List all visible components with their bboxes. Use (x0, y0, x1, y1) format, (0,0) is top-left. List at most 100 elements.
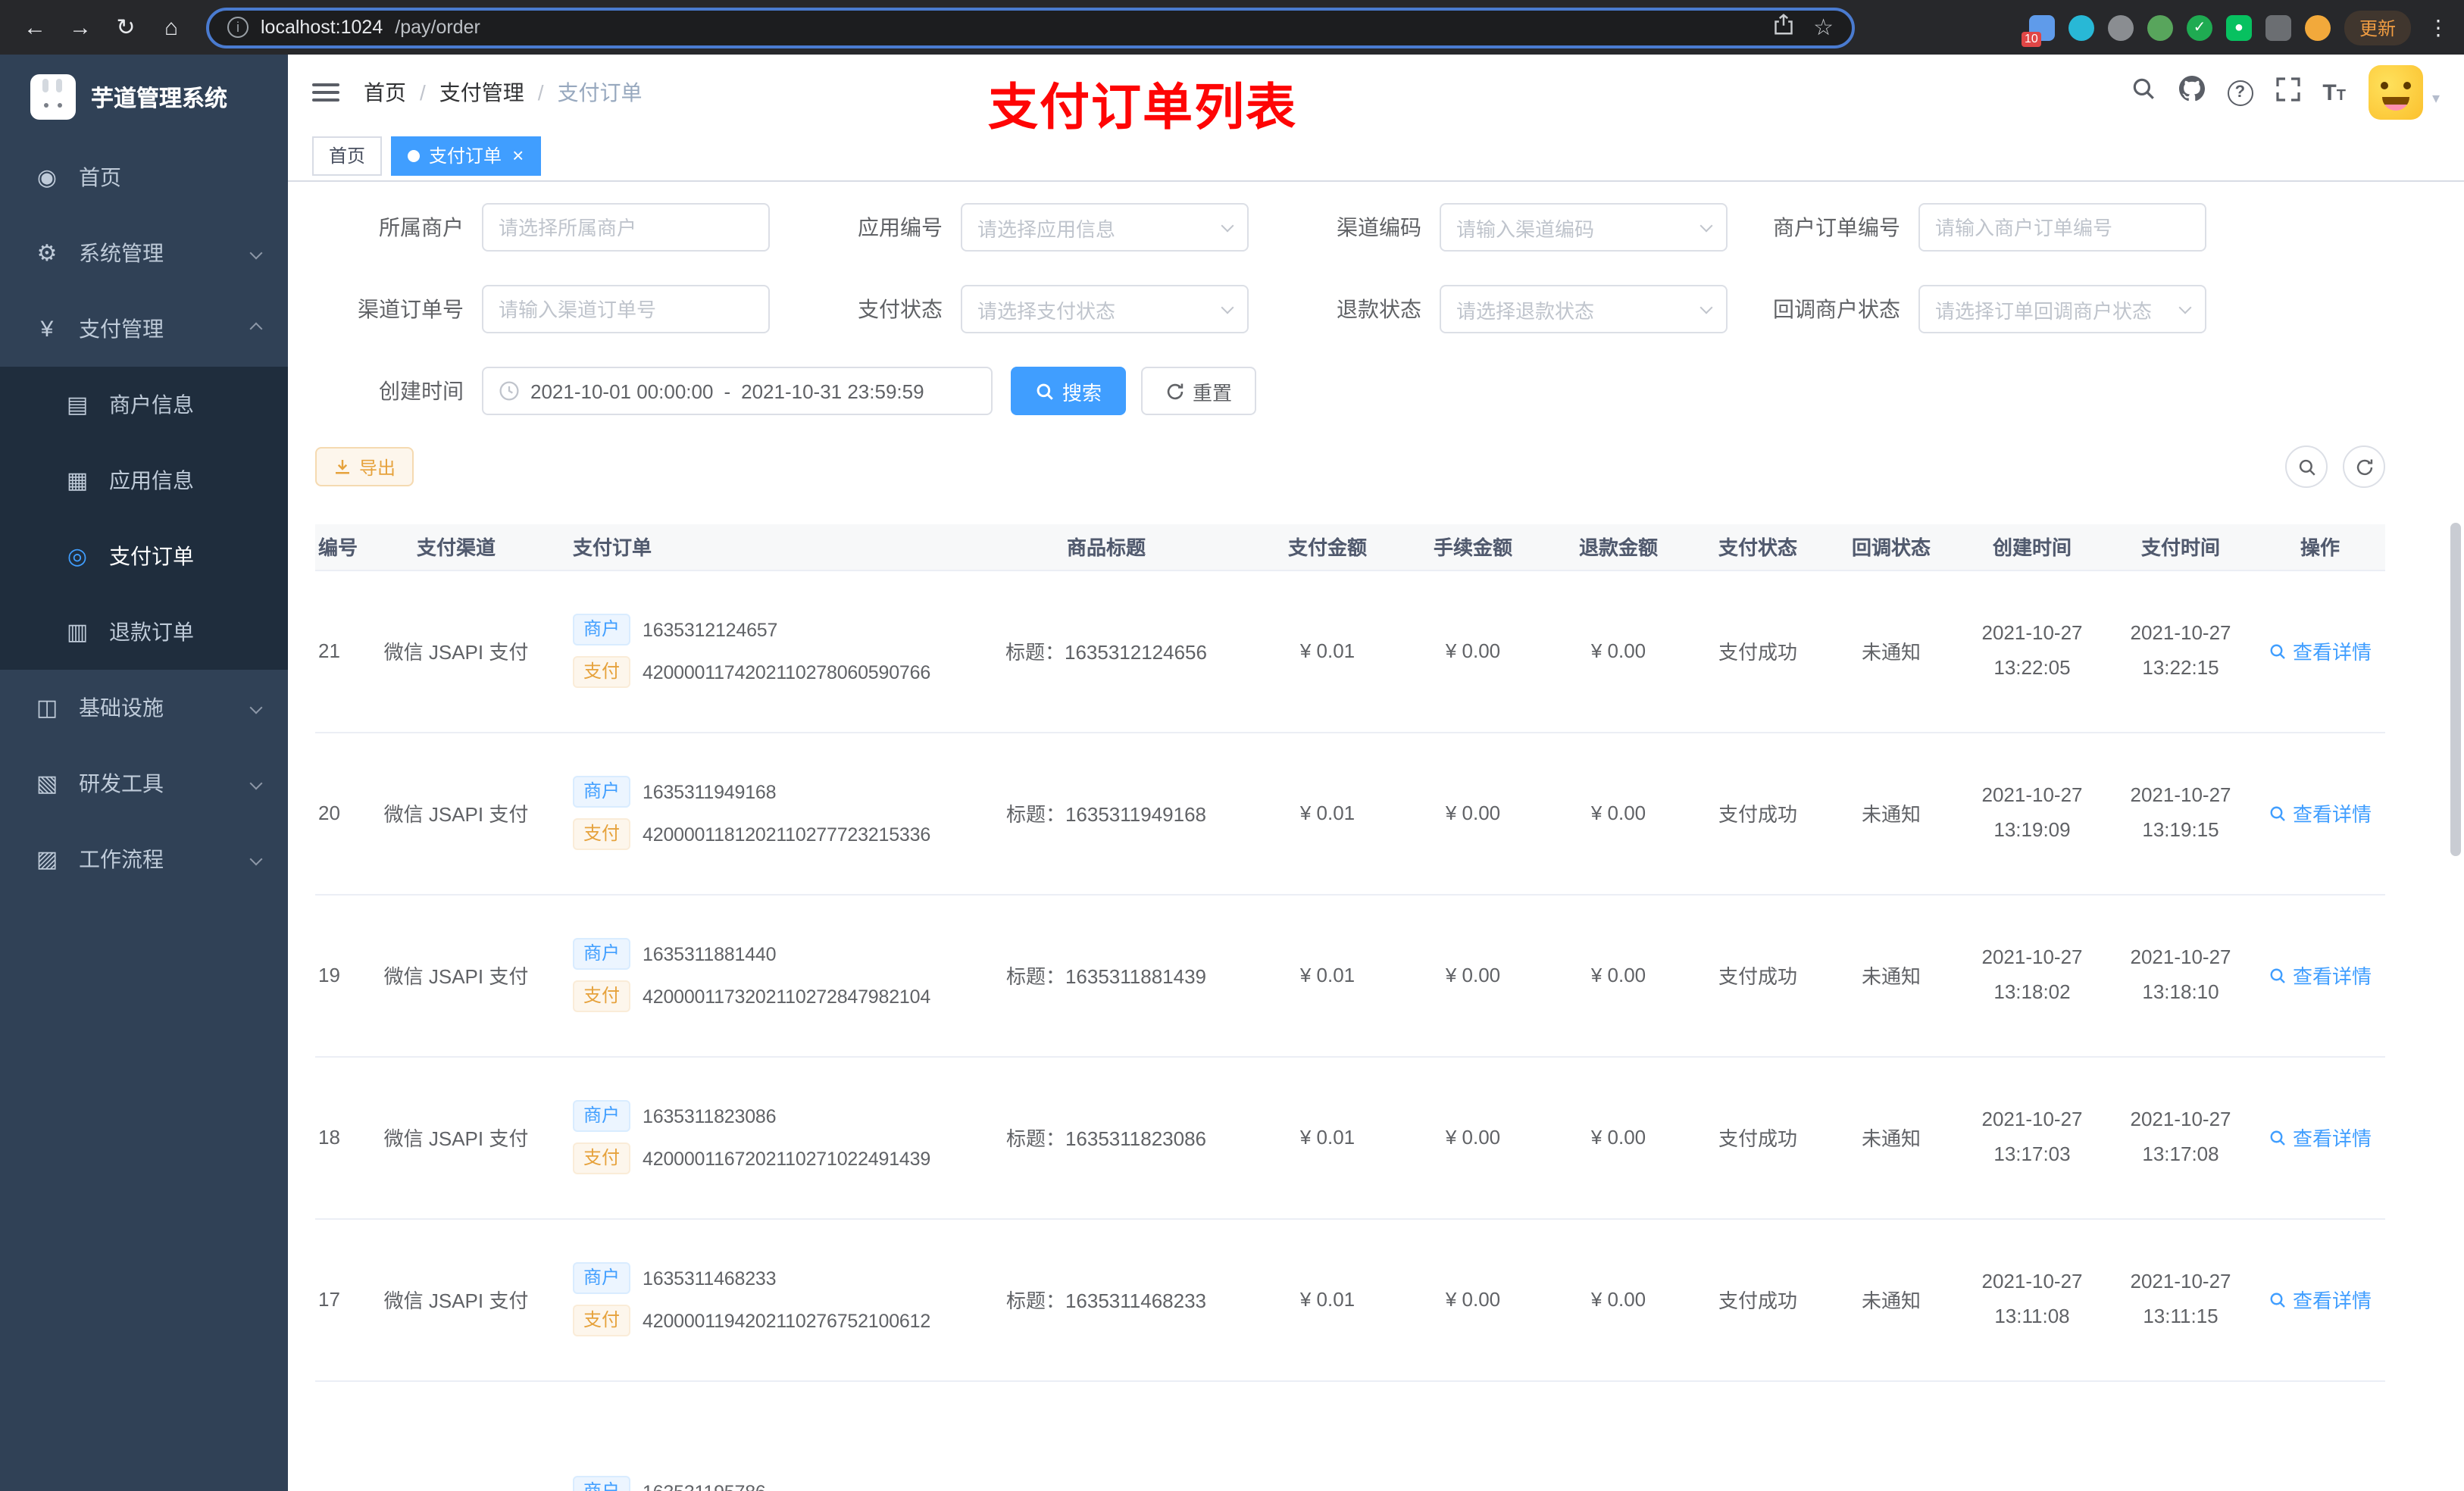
help-icon[interactable]: ? (2227, 80, 2253, 105)
cell-paid: 2021-10-27 13:11:15 (2106, 1218, 2255, 1381)
tab-close-icon[interactable]: × (512, 145, 524, 165)
view-detail-button[interactable]: 查看详情 (2269, 1285, 2372, 1314)
chevron-down-icon (249, 246, 263, 260)
cell-title: 标题：1635312124656 (958, 570, 1255, 733)
extensions-cluster: 10 ✓ ● 更新 ⋮ (2021, 10, 2449, 46)
extension-dark-puzzle-icon[interactable] (2265, 14, 2291, 40)
view-detail-button[interactable]: 查看详情 (2269, 961, 2372, 989)
github-icon[interactable] (2178, 76, 2205, 109)
back-button[interactable]: ← (15, 8, 55, 47)
cell-created: 2021-10-27 13:22:05 (1958, 570, 2106, 733)
user-avatar[interactable] (2368, 65, 2423, 120)
cell-refund: ¥ 0.00 (1546, 1218, 1691, 1381)
app-title: 芋道管理系统 (91, 86, 228, 111)
view-detail-button[interactable]: 查看详情 (2269, 636, 2372, 665)
sidebar-item-home[interactable]: ◉ 首页 (0, 139, 288, 215)
sidebar-item-merchant-info[interactable]: ▤ 商户信息 (0, 367, 288, 442)
page-scrollbar[interactable] (2450, 523, 2461, 856)
sidebar-toggle-icon[interactable] (312, 83, 339, 102)
breadcrumb-home[interactable]: 首页 (364, 77, 406, 108)
app-no-select[interactable]: 请选择应用信息 (961, 203, 1249, 252)
pay-tag: 支付 (573, 656, 631, 688)
search-button[interactable]: 搜索 (1011, 367, 1127, 415)
sidebar-item-pay-order[interactable]: ◎ 支付订单 (0, 518, 288, 594)
tab-pay-order[interactable]: 支付订单 × (391, 136, 541, 175)
cell-refund: ¥ 0.00 (1546, 1056, 1691, 1219)
sidebar: 芋道管理系统 ◉ 首页 ⚙ 系统管理 ¥ 支付管理 ▤ 商户信息 ▦ 应用信息 … (0, 55, 288, 1491)
table-row[interactable]: 18 微信 JSAPI 支付 商户 1635311823086 支付 42000… (315, 1056, 2385, 1219)
browser-menu-icon[interactable]: ⋮ (2428, 14, 2449, 40)
extension-gray-icon[interactable] (2107, 14, 2134, 40)
date-end-value: 2021-10-31 23:59:59 (741, 380, 924, 402)
table-row[interactable]: 21 微信 JSAPI 支付 商户 1635312124657 支付 42000… (315, 570, 2385, 733)
chevron-down-icon (249, 701, 263, 714)
extension-green-icon[interactable] (2147, 14, 2173, 40)
font-size-icon[interactable]: TT (2322, 80, 2346, 105)
date-range-picker[interactable]: 2021-10-01 00:00:00 - 2021-10-31 23:59:5… (482, 367, 993, 415)
extension-face-icon[interactable] (2304, 14, 2331, 40)
toggle-search-icon[interactable] (2285, 445, 2328, 488)
fullscreen-icon[interactable] (2275, 77, 2300, 108)
view-detail-button[interactable]: 查看详情 (2269, 799, 2372, 827)
date-start-value: 2021-10-01 00:00:00 (530, 380, 714, 402)
sidebar-item-pay[interactable]: ¥ 支付管理 (0, 291, 288, 367)
page-content: 所属商户 应用编号 请选择应用信息 渠道编码 请输入渠道编码 (288, 182, 2464, 1491)
view-detail-button[interactable]: 查看详情 (2269, 1123, 2372, 1152)
sidebar-item-system[interactable]: ⚙ 系统管理 (0, 215, 288, 291)
sidebar-item-app-info[interactable]: ▦ 应用信息 (0, 442, 288, 518)
extension-puzzle-icon[interactable]: 10 (2021, 14, 2055, 46)
filter-field-pay-status: 支付状态 请选择支付状态 (794, 285, 1249, 333)
table-row[interactable]: 19 微信 JSAPI 支付 商户 1635311881440 支付 42000… (315, 894, 2385, 1057)
extension-check-icon[interactable]: ✓ (2186, 14, 2212, 40)
merchant-tag: 商户 (573, 1100, 631, 1132)
tags-view-bar: 首页 支付订单 × (288, 130, 2464, 182)
extension-drop-icon[interactable] (2068, 14, 2094, 40)
channel-order-no-input[interactable] (482, 285, 770, 333)
caret-down-icon[interactable]: ▾ (2432, 91, 2440, 108)
search-icon[interactable] (2130, 76, 2156, 109)
bookmark-star-icon[interactable]: ☆ (1813, 16, 1834, 39)
cell-fee: ¥ 0.00 (1400, 1218, 1546, 1381)
url-host-text: localhost:1024 (261, 17, 383, 38)
browser-toolbar: ← → ↻ ⌂ i localhost:1024 /pay/order ☆ 10… (0, 0, 2464, 55)
merchant-input[interactable] (482, 203, 770, 252)
sidebar-submenu-pay: ▤ 商户信息 ▦ 应用信息 ◎ 支付订单 ▥ 退款订单 (0, 367, 288, 670)
channel-code-select[interactable]: 请输入渠道编码 (1440, 203, 1728, 252)
table-row[interactable]: 20 微信 JSAPI 支付 商户 1635311949168 支付 42000… (315, 732, 2385, 895)
refresh-table-icon[interactable] (2343, 445, 2385, 488)
cell-amount: ¥ 0.01 (1255, 1218, 1400, 1381)
breadcrumb-pay-manage[interactable]: 支付管理 (439, 77, 524, 108)
browser-update-button[interactable]: 更新 (2344, 10, 2411, 45)
refund-status-select[interactable]: 请选择退款状态 (1440, 285, 1728, 333)
cell-order: 商户 1635311949168 支付 42000011812021102777… (546, 732, 958, 895)
pay-status-select[interactable]: 请选择支付状态 (961, 285, 1249, 333)
tab-home[interactable]: 首页 (312, 136, 383, 175)
sidebar-item-workflow[interactable]: ▨ 工作流程 (0, 821, 288, 897)
pay-tag: 支付 (573, 1142, 631, 1174)
url-bar[interactable]: i localhost:1024 /pay/order ☆ (206, 7, 1855, 48)
url-path-text: /pay/order (395, 17, 480, 38)
reset-button[interactable]: 重置 (1141, 367, 1257, 415)
callback-status-select[interactable]: 请选择订单回调商户状态 (1918, 285, 2206, 333)
sidebar-menu: ◉ 首页 ⚙ 系统管理 ¥ 支付管理 ▤ 商户信息 ▦ 应用信息 ◎ 支付订单 … (0, 139, 288, 897)
site-info-icon[interactable]: i (227, 17, 249, 38)
home-button[interactable]: ⌂ (152, 8, 191, 47)
sidebar-item-dev-tools[interactable]: ▧ 研发工具 (0, 746, 288, 821)
share-icon[interactable] (1772, 13, 1793, 42)
cell-channel: 微信 JSAPI 支付 (367, 894, 546, 1057)
cell-callback: 未通知 (1825, 1218, 1958, 1381)
filter-field-channel-code: 渠道编码 请输入渠道编码 (1273, 203, 1728, 252)
forward-button[interactable]: → (61, 8, 100, 47)
extension-chat-icon[interactable]: ● (2225, 14, 2252, 40)
sidebar-item-infrastructure[interactable]: ◫ 基础设施 (0, 670, 288, 746)
table-header: 编号 支付渠道 支付订单 商品标题 支付金额 手续金额 退款金额 支付状态 回调… (315, 524, 2385, 570)
navbar-actions: ? TT ▾ (2130, 65, 2440, 120)
reload-button[interactable]: ↻ (106, 8, 145, 47)
export-button[interactable]: 导出 (315, 447, 414, 486)
target-icon: ◎ (67, 544, 88, 570)
dashboard-icon: ◉ (36, 165, 58, 191)
table-row[interactable]: 17 微信 JSAPI 支付 商户 1635311468233 支付 42000… (315, 1218, 2385, 1381)
pay-tag: 支付 (573, 980, 631, 1012)
sidebar-item-refund-order[interactable]: ▥ 退款订单 (0, 594, 288, 670)
merchant-order-no-input[interactable] (1918, 203, 2206, 252)
